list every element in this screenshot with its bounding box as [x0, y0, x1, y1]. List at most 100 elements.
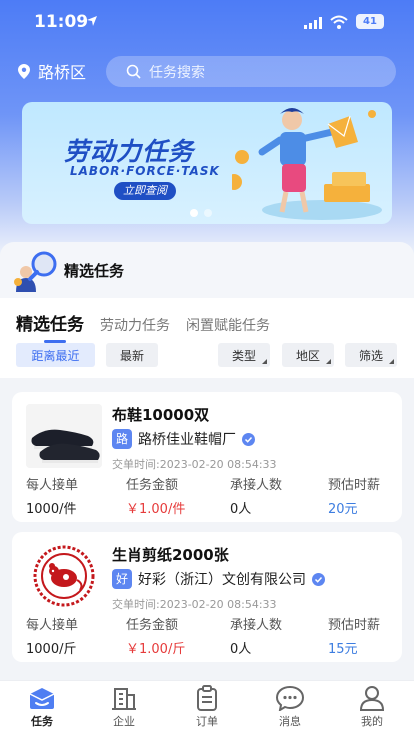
- filter-nearest[interactable]: 距离最近: [16, 343, 95, 367]
- wifi-icon: [330, 15, 348, 29]
- stat-value: 15元: [328, 642, 358, 657]
- filter-more-label: 筛选: [358, 348, 383, 363]
- company-name: 路桥佳业鞋帽厂: [138, 432, 236, 448]
- tab-featured[interactable]: 精选任务: [16, 310, 84, 343]
- filter-region-label: 地区: [295, 348, 320, 363]
- nav-enterprise[interactable]: 企业: [94, 685, 154, 729]
- location-label: 路桥区: [38, 63, 87, 82]
- search-icon: [126, 64, 141, 79]
- filter-type[interactable]: 类型: [218, 343, 270, 367]
- magnifier-person-icon: [14, 251, 57, 292]
- bottom-navigation: 任务 企业 订单 消息 我的: [0, 680, 414, 736]
- stat-value: ￥1.00/件: [126, 502, 186, 517]
- stat-value: 0人: [230, 502, 252, 517]
- task-company[interactable]: 好 好彩（浙江）文创有限公司: [112, 569, 325, 589]
- stat-label: 任务金额: [126, 478, 179, 493]
- task-deadline: 交单时间:2023-02-20 08:54:33: [112, 598, 277, 611]
- featured-section-header: 精选任务: [0, 242, 414, 298]
- task-image-papercut: [26, 544, 102, 608]
- promo-banner[interactable]: 劳动力任务 LABOR·FORCE·TASK 立即查阅: [22, 102, 392, 224]
- carousel-dots[interactable]: [190, 209, 212, 217]
- stat-value: ￥1.00/斤: [126, 642, 186, 657]
- nav-tasks[interactable]: 任务: [12, 685, 72, 729]
- banner-subtitle: LABOR·FORCE·TASK: [70, 164, 220, 178]
- search-placeholder: 任务搜索: [149, 64, 205, 81]
- filter-region[interactable]: 地区: [282, 343, 334, 367]
- battery-indicator: 41: [356, 14, 384, 29]
- tab-labor[interactable]: 劳动力任务: [100, 315, 170, 335]
- task-stats: 每人接单 1000/斤 任务金额 ￥1.00/斤 承接人数 0人 预估时薪 15…: [26, 614, 396, 657]
- task-company[interactable]: 路 路桥佳业鞋帽厂: [112, 429, 255, 449]
- stat-takers: 承接人数 0人: [230, 474, 282, 517]
- building-icon: [112, 688, 136, 710]
- carousel-dot-active[interactable]: [190, 209, 198, 217]
- stat-value: 1000/斤: [26, 642, 77, 657]
- stat-value: 0人: [230, 642, 252, 657]
- stat-value: 1000/件: [26, 502, 77, 517]
- task-stats: 每人接单 1000/件 任务金额 ￥1.00/件 承接人数 0人 预估时薪 20…: [26, 474, 396, 517]
- stat-salary: 预估时薪 20元: [328, 474, 380, 517]
- stat-value: 20元: [328, 502, 358, 517]
- nav-orders[interactable]: 订单: [177, 685, 237, 729]
- filter-type-label: 类型: [231, 348, 256, 363]
- banner-title: 劳动力任务: [64, 137, 195, 166]
- map-pin-icon: [18, 63, 30, 79]
- filter-bar: 距离最近 最新 类型 地区 筛选: [0, 343, 414, 369]
- stat-salary: 预估时薪 15元: [328, 614, 380, 657]
- task-card[interactable]: 生肖剪纸2000张 好 好彩（浙江）文创有限公司 交单时间:2023-02-20…: [12, 532, 402, 662]
- tab-idle-empower[interactable]: 闲置赋能任务: [186, 315, 270, 335]
- task-tabs: 精选任务 劳动力任务 闲置赋能任务: [16, 310, 286, 343]
- nav-label: 我的: [361, 715, 383, 728]
- status-bar: 11:09 41: [0, 10, 414, 36]
- task-icon: [29, 688, 55, 709]
- nav-label: 任务: [31, 715, 53, 728]
- company-badge: 好: [112, 569, 132, 589]
- nav-label: 企业: [113, 715, 135, 728]
- stat-label: 任务金额: [126, 618, 179, 633]
- location-arrow-icon: [87, 16, 97, 26]
- task-card[interactable]: 布鞋10000双 路 路桥佳业鞋帽厂 交单时间:2023-02-20 08:54…: [12, 392, 402, 522]
- filter-latest[interactable]: 最新: [106, 343, 158, 367]
- stat-amount: 任务金额 ￥1.00/斤: [126, 614, 185, 657]
- task-filter-panel: 精选任务 劳动力任务 闲置赋能任务 距离最近 最新 类型 地区 筛选: [0, 298, 414, 378]
- banner-illustration: [232, 108, 382, 220]
- dropdown-corner-icon: [326, 359, 331, 364]
- company-badge: 路: [112, 429, 132, 449]
- dropdown-corner-icon: [262, 359, 267, 364]
- papercut-illustration: [33, 545, 95, 607]
- nav-label: 消息: [279, 715, 301, 728]
- carousel-dot[interactable]: [204, 209, 212, 217]
- stat-per-person: 每人接单 1000/件: [26, 474, 78, 517]
- stat-label: 预估时薪: [328, 618, 381, 633]
- stat-label: 每人接单: [26, 618, 79, 633]
- stat-label: 预估时薪: [328, 478, 381, 493]
- featured-section-title: 精选任务: [64, 262, 125, 280]
- status-time: 11:09: [34, 12, 89, 32]
- stat-label: 承接人数: [230, 478, 283, 493]
- task-image-shoes: [26, 404, 102, 468]
- nav-mine[interactable]: 我的: [342, 685, 402, 729]
- verified-icon: [242, 432, 255, 446]
- stat-label: 每人接单: [26, 478, 79, 493]
- user-icon: [359, 686, 385, 711]
- stat-per-person: 每人接单 1000/斤: [26, 614, 78, 657]
- nav-messages[interactable]: 消息: [260, 685, 320, 729]
- dropdown-corner-icon: [389, 359, 394, 364]
- stat-label: 承接人数: [230, 618, 283, 633]
- task-deadline: 交单时间:2023-02-20 08:54:33: [112, 458, 277, 471]
- filter-more[interactable]: 筛选: [345, 343, 397, 367]
- chat-icon: [275, 685, 305, 711]
- stat-takers: 承接人数 0人: [230, 614, 282, 657]
- banner-view-button[interactable]: 立即查阅: [114, 182, 176, 200]
- location-selector[interactable]: 路桥区: [18, 60, 86, 82]
- search-input[interactable]: 任务搜索: [106, 56, 396, 87]
- verified-icon: [312, 572, 325, 586]
- nav-label: 订单: [196, 715, 218, 728]
- stat-amount: 任务金额 ￥1.00/件: [126, 474, 185, 517]
- shoe-illustration: [26, 404, 102, 468]
- clipboard-icon: [197, 685, 217, 711]
- company-name: 好彩（浙江）文创有限公司: [138, 572, 306, 588]
- task-title: 布鞋10000双: [112, 406, 210, 424]
- task-title: 生肖剪纸2000张: [112, 546, 229, 564]
- signal-icon: [304, 17, 322, 29]
